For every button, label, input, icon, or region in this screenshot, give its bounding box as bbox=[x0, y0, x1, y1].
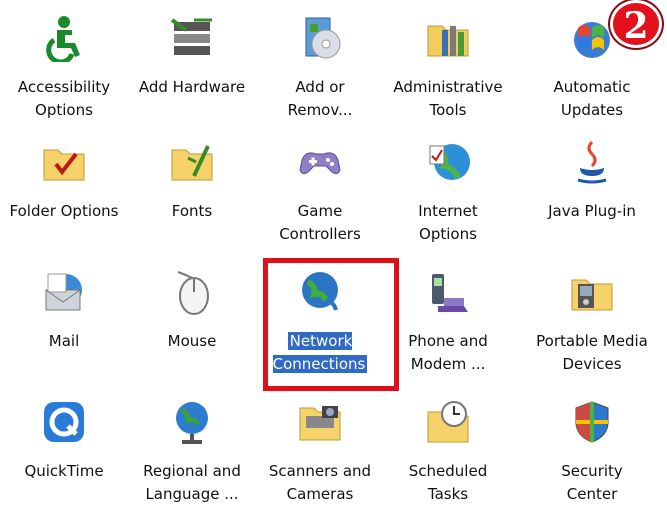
item-game-controllers[interactable]: Game Controllers bbox=[256, 138, 384, 262]
item-label: Mail bbox=[48, 332, 80, 350]
item-label: Internet Options bbox=[418, 202, 478, 243]
mail-icon bbox=[40, 268, 88, 316]
item-label: Fonts bbox=[171, 202, 213, 220]
folder-options-icon bbox=[40, 138, 88, 186]
administrative-tools-icon bbox=[424, 14, 472, 62]
item-label: Portable Media Devices bbox=[536, 332, 648, 373]
scanner-camera-icon bbox=[296, 398, 344, 446]
game-controller-icon bbox=[296, 138, 344, 186]
quicktime-icon bbox=[40, 398, 88, 446]
item-label: Mouse bbox=[167, 332, 217, 350]
automatic-updates-icon bbox=[568, 14, 616, 62]
item-label: Game Controllers bbox=[279, 202, 361, 243]
item-mail[interactable]: Mail bbox=[0, 268, 128, 392]
item-add-remove-programs[interactable]: Add or Remov... bbox=[256, 14, 384, 138]
portable-media-icon bbox=[568, 268, 616, 316]
item-label: Folder Options bbox=[9, 202, 119, 220]
item-internet-options[interactable]: Internet Options bbox=[384, 138, 512, 262]
accessibility-icon bbox=[40, 14, 88, 62]
item-scanners-and-cameras[interactable]: Scanners and Cameras bbox=[256, 398, 384, 522]
item-portable-media-devices[interactable]: Portable Media Devices bbox=[528, 268, 656, 392]
mouse-icon bbox=[168, 268, 216, 316]
item-phone-and-modem[interactable]: Phone and Modem ... bbox=[384, 268, 512, 392]
item-label: Scheduled Tasks bbox=[408, 462, 488, 503]
control-panel-icon-grid: Accessibility Options Add Hardware Add o… bbox=[0, 0, 667, 506]
item-administrative-tools[interactable]: Administrative Tools bbox=[384, 14, 512, 138]
item-label: QuickTime bbox=[24, 462, 104, 480]
item-label: Administrative Tools bbox=[393, 78, 503, 119]
item-label: Java Plug-in bbox=[548, 202, 636, 220]
item-accessibility-options[interactable]: Accessibility Options bbox=[0, 14, 128, 138]
add-remove-programs-icon bbox=[296, 14, 344, 62]
scheduled-tasks-icon bbox=[424, 398, 472, 446]
fonts-folder-icon bbox=[168, 138, 216, 186]
item-label: Phone and Modem ... bbox=[408, 332, 488, 373]
phone-modem-icon bbox=[424, 268, 472, 316]
item-add-hardware[interactable]: Add Hardware bbox=[128, 14, 256, 138]
step-number-badge: 2 bbox=[610, 0, 662, 48]
item-quicktime[interactable]: QuickTime bbox=[0, 398, 128, 522]
add-hardware-icon bbox=[168, 14, 216, 62]
java-icon bbox=[568, 138, 616, 186]
item-label: Automatic Updates bbox=[553, 78, 631, 119]
item-label: Regional and Language ... bbox=[143, 462, 241, 503]
item-java-plug-in[interactable]: Java Plug-in bbox=[528, 138, 656, 262]
item-scheduled-tasks[interactable]: Scheduled Tasks bbox=[384, 398, 512, 522]
highlight-box bbox=[263, 258, 399, 391]
item-label: Add Hardware bbox=[138, 78, 246, 96]
item-folder-options[interactable]: Folder Options bbox=[0, 138, 128, 262]
regional-globe-icon bbox=[168, 398, 216, 446]
internet-options-icon bbox=[424, 138, 472, 186]
item-label: Security Center bbox=[561, 462, 623, 503]
item-label: Add or Remov... bbox=[287, 78, 353, 119]
item-label: Scanners and Cameras bbox=[268, 462, 372, 503]
item-fonts[interactable]: Fonts bbox=[128, 138, 256, 262]
item-security-center[interactable]: Security Center bbox=[528, 398, 656, 522]
item-regional-and-language[interactable]: Regional and Language ... bbox=[128, 398, 256, 522]
item-mouse[interactable]: Mouse bbox=[128, 268, 256, 392]
item-label: Accessibility Options bbox=[17, 78, 111, 119]
security-shield-icon bbox=[568, 398, 616, 446]
